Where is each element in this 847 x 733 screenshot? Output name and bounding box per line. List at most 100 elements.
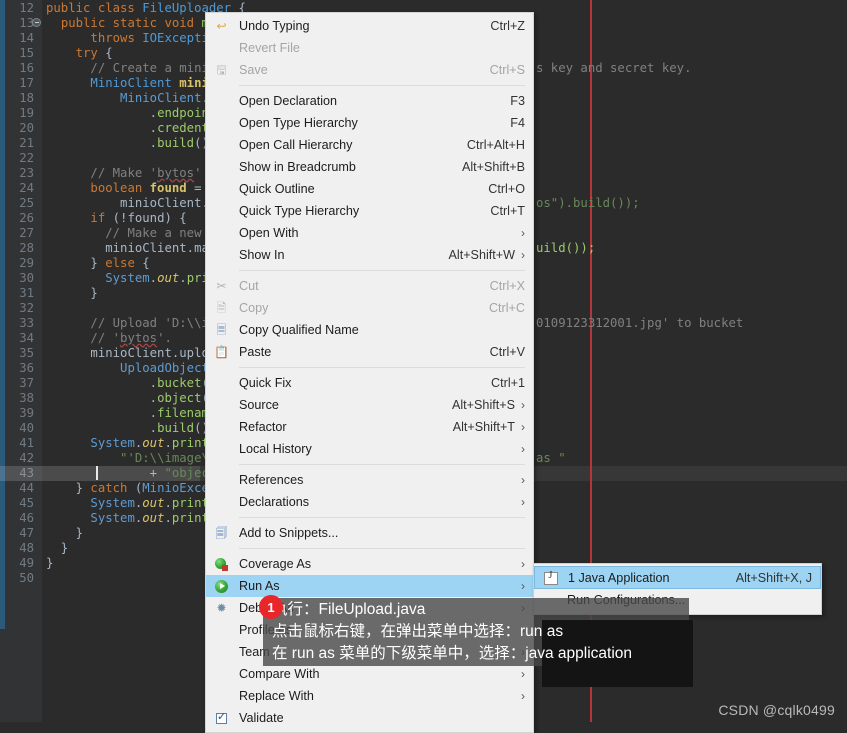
menu-item-quick-outline[interactable]: Quick Outline Ctrl+O [206,178,533,200]
menu-item-label: Quick Fix [239,376,292,390]
submenu-chevron-right-icon: › [521,495,525,509]
copy-qualified-icon: 🗏 [216,323,227,337]
line-number: 15 [19,46,34,60]
menu-item-show-in[interactable]: Show In Alt+Shift+W › [206,244,533,266]
code-fold-marker[interactable] [32,18,41,27]
menu-item-label: Local History [239,442,312,456]
menu-item-label: Validate [239,711,284,725]
annotation-line-3: 在 run as 菜单的下级菜单中，选择：java application [272,645,633,662]
menu-item-label: Paste [239,345,272,359]
menu-item-no-icon [213,375,230,391]
line-number: 34 [19,331,34,345]
menu-item-accelerator: Ctrl+Alt+H [466,138,525,152]
editor-gutter[interactable]: 12 13 14 15 16 17 18 19 20 21 22 23 24 25 26 27 28 29 30 31… [0,0,42,722]
debug-icon: ✹ [216,601,227,615]
submenu-chevron-right-icon: › [521,667,525,681]
menu-item-label: Quick Outline [239,182,315,196]
code-line-fragment: as " [536,451,566,465]
undo-icon: ↩ [216,19,227,33]
line-number: 50 [19,571,34,585]
submenu-chevron-right-icon: › [521,579,525,593]
menu-item-accelerator: Ctrl+T [490,204,525,218]
code-line-fragment: s key and secret key. [536,61,692,75]
menu-item-accelerator: Alt+Shift+B [461,160,525,174]
code-line-fragment: 0109123312001.jpg' to bucket [536,316,744,330]
menu-item-label: Declarations [239,495,309,509]
menu-item-local-history[interactable]: Local History › [206,438,533,460]
line-number: 13 [19,16,34,30]
menu-item-open-type-hierarchy[interactable]: Open Type Hierarchy F4 [206,112,533,134]
line-number: 35 [19,346,34,360]
paste-icon: 📋 [214,345,229,359]
menu-item-no-icon [213,622,230,638]
menu-item-copy: 🗎 Copy Ctrl+C [206,297,533,319]
menu-item-label: Replace With [239,689,314,703]
menu-item-no-icon [213,159,230,175]
menu-item-open-with[interactable]: Open With › [206,222,533,244]
menu-item-no-icon [213,397,230,413]
submenu-chevron-right-icon: › [521,557,525,571]
menu-item-quick-fix[interactable]: Quick Fix Ctrl+1 [206,372,533,394]
menu-item-undo-typing[interactable]: ↩ Undo Typing Ctrl+Z [206,15,533,37]
line-number: 26 [19,211,34,225]
menu-item-paste[interactable]: 📋 Paste Ctrl+V [206,341,533,363]
menu-item-copy-qualified-name[interactable]: 🗏 Copy Qualified Name [206,319,533,341]
line-number: 49 [19,556,34,570]
menu-item-accelerator: F4 [510,116,525,130]
menu-item-open-declaration[interactable]: Open Declaration F3 [206,90,533,112]
line-number: 17 [19,76,34,90]
line-number: 33 [19,316,34,330]
annotation-step-badge: 1 [259,595,283,619]
save-icon: 🖫 [216,63,227,77]
line-number: 18 [19,91,34,105]
menu-item-label: Open With [239,226,299,240]
menu-item-no-icon [213,494,230,510]
submenu-chevron-right-icon: › [521,226,525,240]
line-number: 19 [19,106,34,120]
code-line-fragment: uild()); [536,241,596,255]
menu-separator [239,270,525,271]
line-number: 16 [19,61,34,75]
menu-item-accelerator: Alt+Shift+S [451,398,515,412]
menu-item-no-icon [213,137,230,153]
submenu-item-1-java-application[interactable]: 1 Java Application Alt+Shift+X, J [534,566,821,589]
menu-item-label: Source [239,398,279,412]
menu-item-label: Copy Qualified Name [239,323,359,337]
menu-item-quick-type-hierarchy[interactable]: Quick Type Hierarchy Ctrl+T [206,200,533,222]
menu-separator [239,517,525,518]
menu-item-declarations[interactable]: Declarations › [206,491,533,513]
line-number: 22 [19,151,34,165]
line-number: 40 [19,421,34,435]
menu-item-open-call-hierarchy[interactable]: Open Call Hierarchy Ctrl+Alt+H [206,134,533,156]
line-number: 27 [19,226,34,240]
menu-separator [239,85,525,86]
menu-item-no-icon [213,225,230,241]
menu-item-compare-with[interactable]: Compare With › [206,663,533,685]
menu-item-accelerator: Ctrl+1 [491,376,525,390]
menu-item-references[interactable]: References › [206,469,533,491]
menu-item-refactor[interactable]: Refactor Alt+Shift+T › [206,416,533,438]
menu-item-label: Quick Type Hierarchy [239,204,360,218]
menu-item-replace-with[interactable]: Replace With › [206,685,533,707]
line-number: 41 [19,436,34,450]
menu-item-save: 🖫 Save Ctrl+S [206,59,533,81]
line-number: 31 [19,286,34,300]
menu-item-no-icon [213,688,230,704]
menu-item-label: Refactor [239,420,287,434]
menu-item-label: Open Declaration [239,94,338,108]
menu-item-no-icon [213,115,230,131]
menu-item-source[interactable]: Source Alt+Shift+S › [206,394,533,416]
menu-item-add-to-snippets[interactable]: 🗐 Add to Snippets... [206,522,533,544]
submenu-chevron-right-icon: › [521,442,525,456]
menu-item-coverage-as[interactable]: Coverage As › [206,553,533,575]
menu-item-accelerator: Alt+Shift+T [452,420,515,434]
menu-item-label: Cut [239,279,259,293]
line-number: 39 [19,406,34,420]
menu-item-run-as[interactable]: Run As › [206,575,533,597]
watermark: CSDN @cqlk0499 [718,702,835,718]
line-number: 44 [19,481,34,495]
menu-item-show-in-breadcrumb[interactable]: Show in Breadcrumb Alt+Shift+B [206,156,533,178]
submenu-chevron-right-icon: › [521,420,525,434]
menu-item-validate[interactable]: Validate [206,707,533,729]
line-number: 24 [19,181,34,195]
